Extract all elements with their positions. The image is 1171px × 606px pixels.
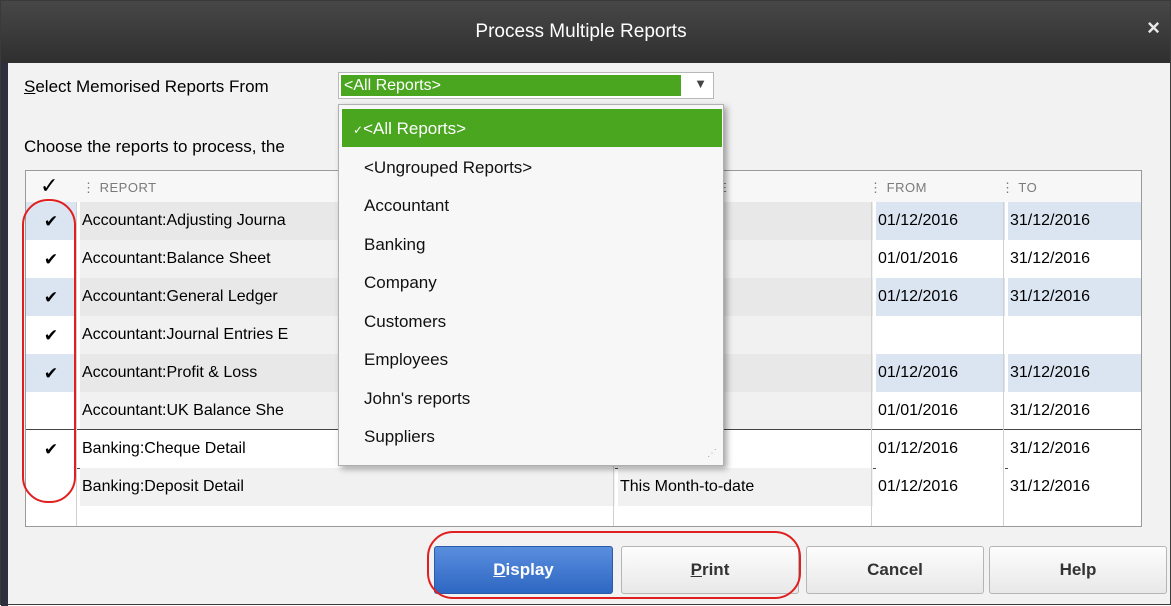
to-header-text: TO [1018, 180, 1038, 195]
from-date: 01/01/2016 [876, 392, 1005, 430]
report-header-text: REPORT [99, 180, 157, 195]
dropdown-item-label: Suppliers [364, 427, 435, 446]
report-column-header[interactable]: ⋮ REPORT [82, 180, 157, 196]
from-date: 01/12/2016 [876, 354, 1005, 392]
column-divider [871, 202, 872, 526]
dropdown-item-label: John's reports [364, 388, 471, 408]
select-value: <All Reports> [341, 75, 681, 96]
dropdown-item[interactable]: John's reports [364, 389, 470, 409]
from-date: 01/12/2016 [876, 202, 1005, 240]
to-date: 31/12/2016 [1008, 240, 1141, 278]
dropdown-item-label: Company [364, 273, 437, 292]
select-reports-label: Select Memorised Reports From [24, 77, 269, 97]
annotation-circle-checkmarks [22, 199, 76, 503]
dropdown-item[interactable]: Company [364, 273, 437, 293]
dropdown-item[interactable]: Suppliers [364, 427, 435, 447]
select-label-text: elect Memorised Reports From [35, 77, 269, 96]
dropdown-item[interactable]: Banking [364, 235, 425, 255]
dropdown-item-label: Accountant [364, 196, 450, 215]
help-button[interactable]: Help [989, 546, 1167, 594]
to-date: 31/12/2016 [1008, 392, 1141, 430]
select-label-mnemonic: S [24, 77, 36, 96]
dropdown-item-label: Employees [364, 350, 449, 369]
chevron-down-icon[interactable]: ▼ [694, 76, 707, 91]
dropdown-item-label: <Ungrouped Reports> [364, 157, 533, 177]
from-date: 01/01/2016 [876, 240, 1005, 278]
check-icon: ✓ [353, 123, 364, 137]
check-column-header[interactable]: ✓ [40, 173, 58, 199]
instruction-text: Choose the reports to process, the [24, 137, 285, 156]
title-bar: Process Multiple Reports × [1, 1, 1170, 63]
report-name: Banking:Deposit Detail [80, 468, 615, 506]
to-date: 31/12/2016 [1008, 202, 1141, 240]
reports-dropdown-list: ✓<All Reports> <Ungrouped Reports> Account… [338, 104, 724, 466]
dropdown-item[interactable]: <Ungrouped Reports> [364, 158, 532, 178]
to-date: 31/12/2016 [1008, 354, 1141, 392]
dropdown-item[interactable]: ✓<All Reports> [353, 119, 466, 139]
window-edge [1, 63, 8, 606]
cancel-button[interactable]: Cancel [806, 546, 984, 594]
annotation-circle-buttons [427, 531, 801, 599]
date-range: This Month-to-date [618, 468, 873, 506]
window-title: Process Multiple Reports [475, 21, 687, 42]
from-date [876, 316, 1005, 354]
to-date: 31/12/2016 [1008, 430, 1141, 468]
dropdown-item-label: <All Reports> [363, 119, 467, 138]
dropdown-item-label: Customers [364, 311, 447, 331]
column-divider [1003, 202, 1004, 526]
to-date: 31/12/2016 [1008, 468, 1141, 506]
dropdown-item[interactable]: Customers [364, 312, 446, 332]
to-column-header[interactable]: ⋮ TO [1001, 180, 1037, 196]
from-date: 01/12/2016 [876, 430, 1005, 468]
column-divider [76, 202, 77, 526]
to-date: 31/12/2016 [1008, 278, 1141, 316]
from-header-text: FROM [886, 180, 927, 195]
to-date [1008, 316, 1141, 354]
from-date: 01/12/2016 [876, 278, 1005, 316]
table-row[interactable]: Banking:Deposit Detail This Month-to-date… [26, 468, 1141, 506]
dropdown-item[interactable]: Accountant [364, 196, 449, 216]
close-icon[interactable]: × [1147, 15, 1160, 41]
dropdown-item-label: Banking [364, 234, 426, 254]
process-multiple-reports-dialog: Process Multiple Reports × Select Memori… [0, 0, 1171, 606]
dropdown-item[interactable]: Employees [364, 350, 448, 370]
resize-grip-icon[interactable]: ⋰ [707, 448, 717, 459]
from-date: 01/12/2016 [876, 468, 1005, 506]
from-column-header[interactable]: ⋮ FROM [869, 180, 927, 196]
memorised-reports-select[interactable]: <All Reports> ▼ [338, 72, 714, 99]
